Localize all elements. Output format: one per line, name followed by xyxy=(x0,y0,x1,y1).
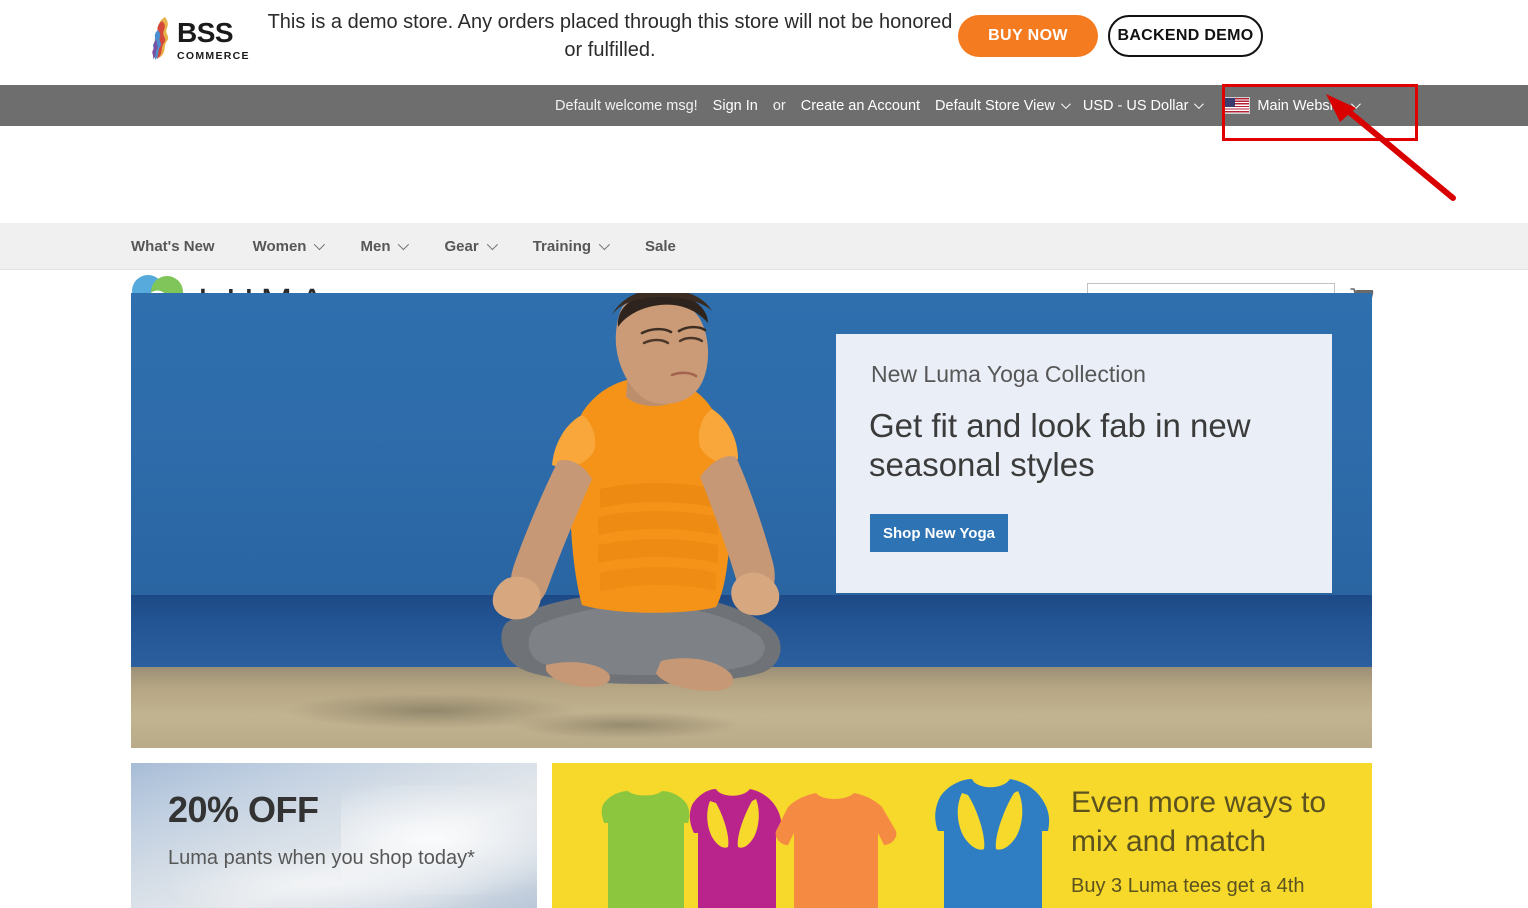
bss-commerce-logo: BSS COMMERCE xyxy=(145,12,249,70)
promo-right-subtitle: Buy 3 Luma tees get a 4th xyxy=(1071,875,1305,897)
hero-text-card: New Luma Yoga Collection Get fit and loo… xyxy=(836,334,1332,593)
promo-left-title: 20% OFF xyxy=(168,789,319,830)
yoga-model-image xyxy=(492,293,781,691)
main-navigation: What's New Women Men Gear Training Sale xyxy=(0,223,1528,270)
bss-brand-subtitle: COMMERCE xyxy=(177,50,250,62)
bss-flame-icon xyxy=(152,17,169,60)
nav-label: Men xyxy=(360,237,391,255)
nav-label: Women xyxy=(252,237,307,255)
store-view-label: Default Store View xyxy=(935,97,1055,114)
store-view-switcher[interactable]: Default Store View xyxy=(935,97,1071,114)
promo-tile-mix-and-match[interactable]: Even more ways to mix and match Buy 3 Lu… xyxy=(552,763,1372,908)
chevron-down-icon xyxy=(1350,99,1361,110)
nav-item-training[interactable]: Training xyxy=(532,237,611,255)
buy-now-button[interactable]: BUY NOW xyxy=(958,15,1098,57)
nav-label: Gear xyxy=(444,237,479,255)
chevron-down-icon xyxy=(1194,99,1205,110)
us-flag-icon xyxy=(1223,97,1251,114)
chevron-down-icon xyxy=(314,238,326,251)
nav-label: What's New xyxy=(131,237,215,255)
hero-eyebrow: New Luma Yoga Collection xyxy=(871,361,1146,387)
nav-item-men[interactable]: Men xyxy=(360,237,410,255)
top-utility-bar: Default welcome msg! Sign In or Create a… xyxy=(0,85,1528,126)
hero-banner[interactable]: New Luma Yoga Collection Get fit and loo… xyxy=(131,293,1372,748)
currency-switcher[interactable]: USD - US Dollar xyxy=(1082,97,1205,114)
tank-tops-graphic xyxy=(601,779,1050,908)
promo-tile-20-percent-off[interactable]: 20% OFF Luma pants when you shop today* xyxy=(131,763,537,908)
chevron-down-icon xyxy=(598,238,611,251)
nav-label: Training xyxy=(532,237,592,255)
nav-item-women[interactable]: Women xyxy=(252,237,326,255)
website-switcher[interactable]: Main Website xyxy=(1223,97,1361,114)
nav-item-whats-new[interactable]: What's New xyxy=(131,238,215,255)
nav-label: Sale xyxy=(645,237,676,255)
storefront-page: BSS COMMERCE This is a demo store. Any o… xyxy=(0,0,1528,908)
welcome-message: Default welcome msg! xyxy=(555,97,698,114)
currency-label: USD - US Dollar xyxy=(1082,97,1189,114)
nav-item-sale[interactable]: Sale xyxy=(645,238,676,255)
nav-item-gear[interactable]: Gear xyxy=(444,237,498,255)
or-separator: or xyxy=(772,97,786,114)
website-label: Main Website xyxy=(1257,97,1345,114)
chevron-down-icon xyxy=(398,238,410,251)
demo-store-bar: BSS COMMERCE This is a demo store. Any o… xyxy=(0,0,1528,85)
chevron-down-icon xyxy=(486,238,498,251)
bss-brand-title: BSS xyxy=(177,17,234,48)
create-account-link[interactable]: Create an Account xyxy=(801,98,920,114)
shop-new-yoga-button[interactable]: Shop New Yoga xyxy=(870,514,1008,552)
promo-left-subtitle: Luma pants when you shop today* xyxy=(168,847,475,869)
demo-store-message: This is a demo store. Any orders placed … xyxy=(267,11,953,61)
hero-headline: Get fit and look fab in new seasonal sty… xyxy=(869,407,1251,483)
site-header: LUMA xyxy=(0,126,1528,326)
sign-in-link[interactable]: Sign In xyxy=(713,98,758,114)
promo-right-title: Even more ways to mix and match xyxy=(1071,786,1327,858)
backend-demo-button[interactable]: BACKEND DEMO xyxy=(1108,15,1263,57)
chevron-down-icon xyxy=(1060,99,1071,110)
